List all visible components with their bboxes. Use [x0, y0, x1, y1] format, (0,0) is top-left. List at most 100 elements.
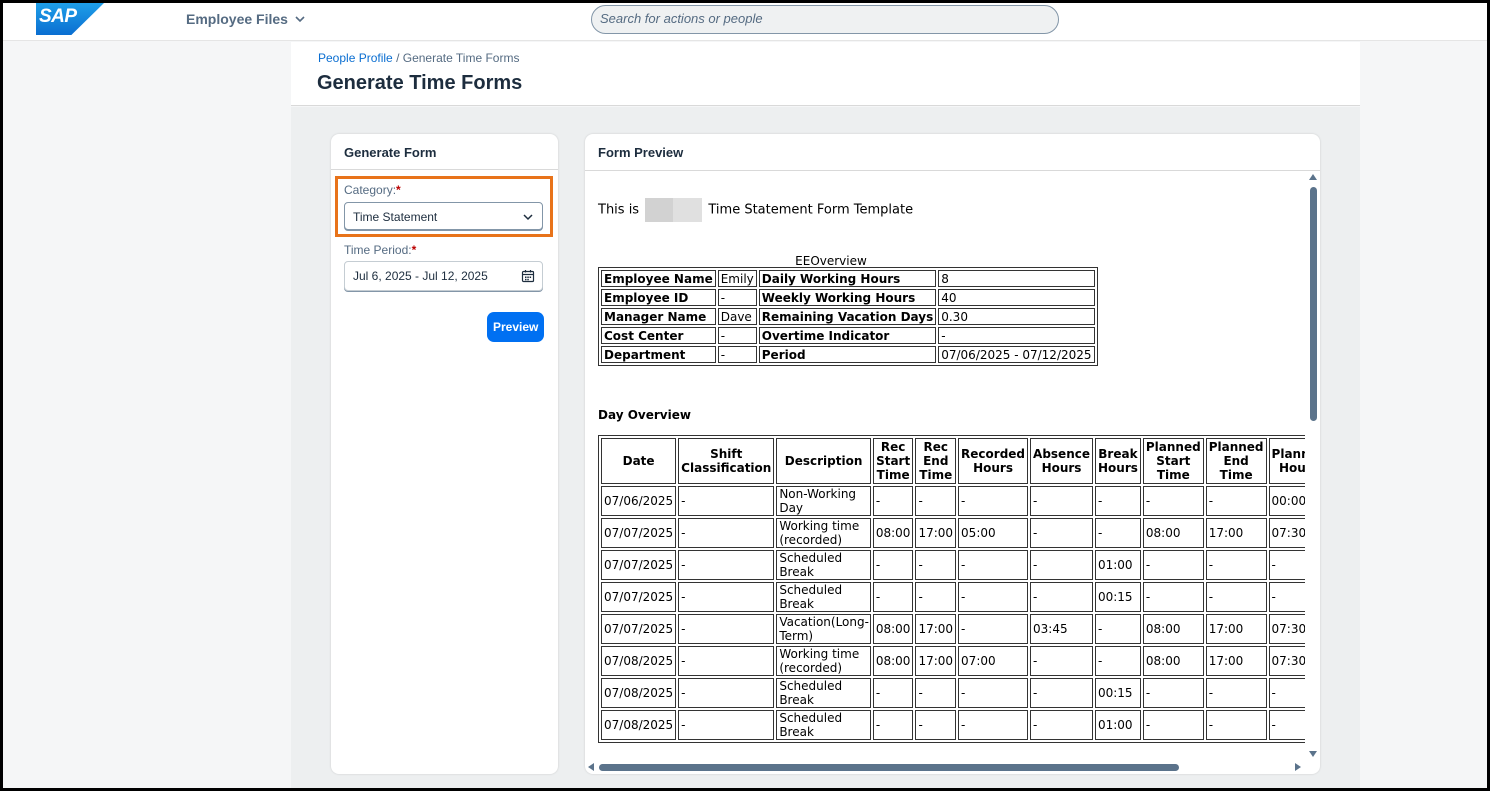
ee-overview-table: Employee Name Emily Daily Working Hours 8 Em…: [598, 267, 1098, 366]
day-overview-cell: -: [1094, 518, 1141, 548]
day-overview-cell: -: [1268, 582, 1305, 612]
vertical-scrollbar[interactable]: [1307, 171, 1320, 763]
day-overview-cell: -: [915, 486, 957, 516]
day-overview-cell: -: [958, 710, 1029, 740]
app-menu-label: Employee Files: [186, 11, 288, 27]
day-overview-cell: 07/08/2025: [601, 678, 677, 708]
ee-overview-label: Manager Name: [601, 308, 716, 325]
day-overview-cell: 07/07/2025: [601, 614, 677, 644]
day-overview-cell: 07:30: [1268, 518, 1305, 548]
shell-bar: SAP Employee Files Search for actions or…: [0, 0, 1490, 41]
day-overview-cell: 17:00: [1205, 614, 1267, 644]
day-overview-cell: -: [1030, 582, 1093, 612]
day-overview-cell: Scheduled Break: [776, 710, 871, 740]
ee-overview-row: Manager Name Dave Remaining Vacation Days 0…: [601, 308, 1095, 325]
day-overview-column-header: Planned Start Time: [1142, 438, 1204, 484]
day-overview-cell: -: [1030, 518, 1093, 548]
ee-overview-label: Cost Center: [601, 327, 716, 344]
day-overview-cell: Scheduled Break: [776, 582, 871, 612]
sap-logo[interactable]: SAP: [36, 3, 104, 35]
breadcrumb-link-people-profile[interactable]: People Profile: [318, 51, 393, 65]
day-overview-cell: 00:15: [1094, 582, 1141, 612]
ee-overview-label: Employee Name: [601, 270, 716, 287]
vertical-scroll-thumb[interactable]: [1310, 187, 1317, 421]
day-overview-cell: -: [872, 582, 914, 612]
day-overview-cell: -: [678, 550, 775, 580]
day-overview-cell: -: [1205, 710, 1267, 740]
preview-intro: This is Time Statement Form Template: [598, 198, 913, 222]
breadcrumb: People Profile / Generate Time Forms: [318, 51, 519, 65]
day-overview-cell: -: [1030, 710, 1093, 740]
ee-overview-row: Department - Period 07/06/2025 - 07/12/2025: [601, 346, 1095, 363]
day-overview-cell: -: [872, 678, 914, 708]
required-mark: *: [411, 243, 417, 257]
day-overview-column-header: Break Hours: [1094, 438, 1141, 484]
scroll-right-arrow-icon[interactable]: [1295, 763, 1301, 771]
day-overview-cell: Scheduled Break: [776, 678, 871, 708]
day-overview-cell: -: [958, 582, 1029, 612]
day-overview-cell: 08:00: [872, 614, 914, 644]
ee-overview-label: Remaining Vacation Days: [758, 308, 937, 325]
ee-overview-value: Dave: [717, 308, 757, 325]
ee-overview-label: Department: [601, 346, 716, 363]
day-overview-column-header: Planned Hours: [1268, 438, 1305, 484]
scroll-up-arrow-icon[interactable]: [1309, 174, 1317, 180]
calendar-icon[interactable]: [521, 269, 535, 283]
ee-overview-value: 40: [938, 289, 1095, 306]
day-overview-cell: -: [1030, 550, 1093, 580]
scroll-down-arrow-icon[interactable]: [1309, 751, 1317, 757]
category-select-value: Time Statement: [353, 210, 438, 224]
preview-button[interactable]: Preview: [487, 312, 544, 342]
generate-form-title: Generate Form: [331, 134, 558, 170]
day-overview-cell: -: [958, 550, 1029, 580]
day-overview-cell: 07/07/2025: [601, 582, 677, 612]
day-overview-cell: -: [1142, 678, 1204, 708]
day-overview-cell: -: [1205, 678, 1267, 708]
day-overview-column-header: Rec End Time: [915, 438, 957, 484]
day-overview-cell: -: [1205, 550, 1267, 580]
day-overview-cell: -: [915, 678, 957, 708]
ee-overview-label: Weekly Working Hours: [758, 289, 937, 306]
day-overview-column-header: Shift Classification: [678, 438, 775, 484]
ee-overview-caption: EEOverview: [795, 254, 867, 268]
category-label: Category:*: [344, 183, 401, 197]
time-period-value: Jul 6, 2025 - Jul 12, 2025: [353, 269, 488, 283]
day-overview-cell: -: [1030, 486, 1093, 516]
ee-overview-label: Overtime Indicator: [758, 327, 937, 344]
ee-overview-row: Cost Center - Overtime Indicator -: [601, 327, 1095, 344]
horizontal-scroll-thumb[interactable]: [599, 764, 1179, 771]
ee-overview-value: -: [717, 346, 757, 363]
day-overview-cell: 07/08/2025: [601, 646, 677, 676]
ee-overview-label: Period: [758, 346, 937, 363]
horizontal-scrollbar[interactable]: [585, 762, 1307, 774]
day-overview-row: 07/08/2025-Scheduled Break----00:15----: [601, 678, 1305, 708]
preview-viewport[interactable]: This is Time Statement Form Template EEO…: [585, 171, 1305, 763]
day-overview-cell: 17:00: [915, 518, 957, 548]
day-overview-row: 07/07/2025-Scheduled Break----00:15----: [601, 582, 1305, 612]
day-overview-column-header: Rec Start Time: [872, 438, 914, 484]
day-overview-row: 07/07/2025-Scheduled Break----01:00----: [601, 550, 1305, 580]
day-overview-cell: -: [678, 518, 775, 548]
time-period-date-picker[interactable]: Jul 6, 2025 - Jul 12, 2025: [344, 261, 543, 291]
time-period-label-text: Time Period:: [344, 243, 412, 257]
redacted-block: [645, 198, 703, 222]
day-overview-cell: -: [958, 486, 1029, 516]
day-overview-cell: 08:00: [872, 518, 914, 548]
day-overview-cell: 07/08/2025: [601, 710, 677, 740]
day-overview-cell: 07/07/2025: [601, 518, 677, 548]
day-overview-cell: -: [1268, 678, 1305, 708]
day-overview-cell: 07/07/2025: [601, 550, 677, 580]
day-overview-cell: -: [1094, 646, 1141, 676]
app-menu-button[interactable]: Employee Files: [186, 11, 306, 27]
day-overview-column-header: Recorded Hours: [958, 438, 1029, 484]
breadcrumb-separator: /: [396, 51, 400, 65]
scroll-left-arrow-icon[interactable]: [588, 763, 594, 771]
search-input[interactable]: Search for actions or people: [591, 5, 1059, 34]
day-overview-cell: -: [915, 550, 957, 580]
day-overview-column-header: Date: [601, 438, 677, 484]
day-overview-cell: Non-Working Day: [776, 486, 871, 516]
intro-text-before: This is: [598, 202, 640, 218]
category-select[interactable]: Time Statement: [344, 202, 543, 230]
day-overview-cell: 07:30: [1268, 646, 1305, 676]
day-overview-cell: -: [1268, 710, 1305, 740]
